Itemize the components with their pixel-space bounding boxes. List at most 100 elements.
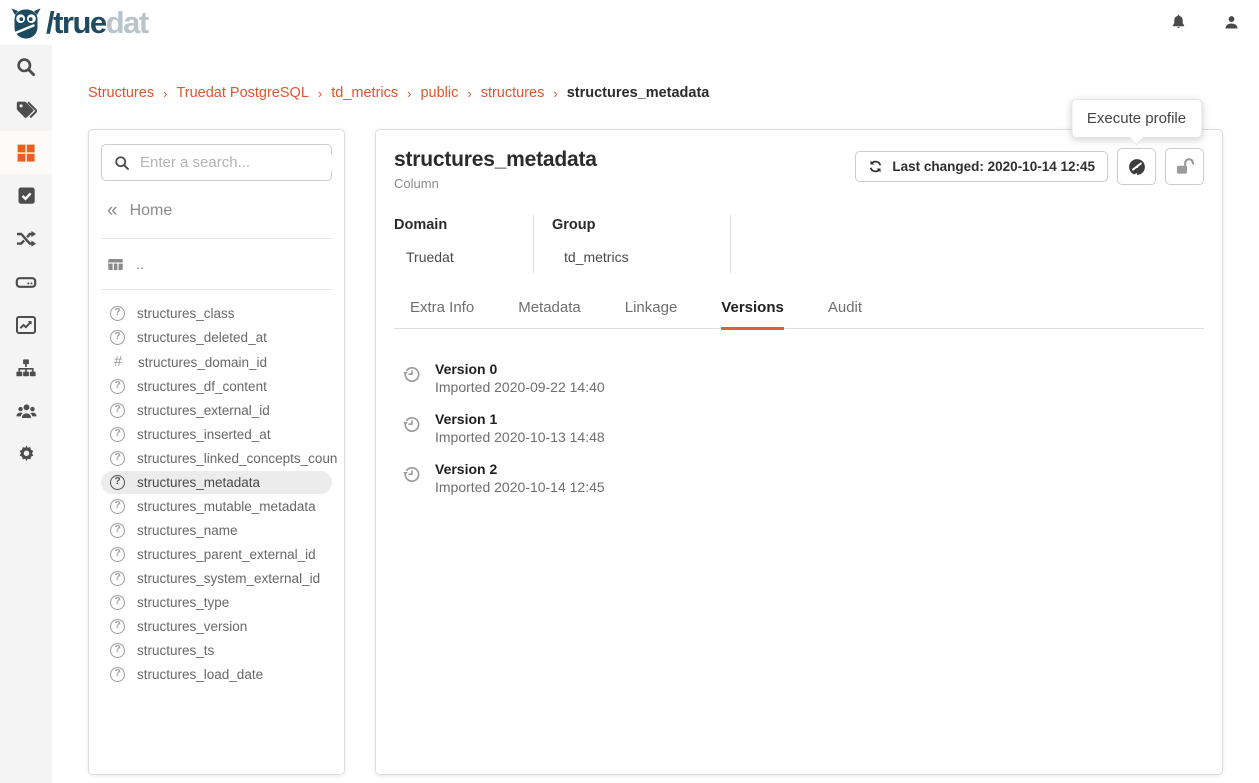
field-label: structures_type bbox=[137, 595, 229, 610]
history-icon bbox=[402, 464, 422, 495]
field-list-item[interactable]: ? structures_linked_concepts_coun bbox=[101, 447, 332, 470]
hash-icon: # bbox=[110, 354, 126, 370]
title-block: structures_metadata Column bbox=[394, 148, 597, 191]
search-box bbox=[101, 144, 332, 181]
gauge-icon bbox=[1126, 156, 1148, 178]
question-icon: ? bbox=[110, 379, 125, 394]
execute-profile-tooltip: Execute profile bbox=[1071, 99, 1202, 138]
field-label: structures_mutable_metadata bbox=[137, 499, 316, 514]
rail-drive-icon[interactable] bbox=[0, 260, 52, 303]
table-icon bbox=[107, 256, 124, 273]
domain-value: Truedat bbox=[394, 249, 533, 265]
field-label: structures_external_id bbox=[137, 403, 270, 418]
version-text: Version 2 Imported 2020-10-14 12:45 bbox=[435, 461, 605, 495]
field-list-item[interactable]: ? structures_class bbox=[101, 302, 332, 325]
version-imported: Imported 2020-09-22 14:40 bbox=[435, 379, 605, 395]
version-text: Version 0 Imported 2020-09-22 14:40 bbox=[435, 361, 605, 395]
question-icon: ? bbox=[110, 451, 125, 466]
home-link[interactable]: « Home bbox=[101, 181, 332, 239]
rail-sitemap-icon[interactable] bbox=[0, 346, 52, 389]
field-list-item[interactable]: # structures_domain_id bbox=[101, 350, 332, 374]
rail-shuffle-icon[interactable] bbox=[0, 217, 52, 260]
breadcrumb-link[interactable]: Truedat PostgreSQL bbox=[176, 85, 308, 101]
tab-audit[interactable]: Audit bbox=[828, 299, 862, 328]
breadcrumb-link[interactable]: Structures bbox=[88, 85, 154, 101]
field-list-item[interactable]: ? structures_parent_external_id bbox=[101, 543, 332, 566]
breadcrumb-link[interactable]: structures bbox=[481, 85, 545, 101]
field-label: structures_name bbox=[137, 523, 238, 538]
field-list-item[interactable]: ? structures_inserted_at bbox=[101, 423, 332, 446]
rail-grid-icon[interactable] bbox=[0, 131, 52, 174]
tab-extra-info[interactable]: Extra Info bbox=[410, 299, 474, 328]
topbar: /truedat bbox=[0, 0, 1259, 45]
detail-header: structures_metadata Column Last changed:… bbox=[394, 148, 1204, 191]
field-list-item[interactable]: ? structures_load_date bbox=[101, 663, 332, 686]
structure-sidebar: « Home .. ? structures_class ? structure… bbox=[88, 129, 345, 775]
field-list-item[interactable]: ? structures_type bbox=[101, 591, 332, 614]
cards-row: « Home .. ? structures_class ? structure… bbox=[88, 129, 1223, 775]
truedat-logo[interactable]: /truedat bbox=[8, 5, 148, 41]
question-icon: ? bbox=[110, 499, 125, 514]
breadcrumb-separator-icon: › bbox=[553, 86, 557, 101]
breadcrumb-link[interactable]: public bbox=[420, 85, 458, 101]
field-label: structures_metadata bbox=[137, 475, 260, 490]
info-section: Domain Truedat Group td_metrics bbox=[394, 215, 1204, 273]
question-icon: ? bbox=[110, 547, 125, 562]
field-list-item[interactable]: ? structures_external_id bbox=[101, 399, 332, 422]
version-list-item[interactable]: Version 0 Imported 2020-09-22 14:40 bbox=[402, 361, 1204, 395]
field-list-item[interactable]: ? structures_name bbox=[101, 519, 332, 542]
question-icon: ? bbox=[110, 667, 125, 682]
page-title: structures_metadata bbox=[394, 148, 597, 172]
breadcrumb-current: structures_metadata bbox=[567, 85, 710, 101]
breadcrumb-link[interactable]: td_metrics bbox=[331, 85, 398, 101]
question-icon: ? bbox=[110, 306, 125, 321]
question-icon: ? bbox=[110, 595, 125, 610]
tab-metadata[interactable]: Metadata bbox=[518, 299, 581, 328]
question-icon: ? bbox=[110, 330, 125, 345]
execute-profile-button[interactable]: Execute profile bbox=[1117, 148, 1156, 185]
version-imported: Imported 2020-10-14 12:45 bbox=[435, 479, 605, 495]
logo-text-primary: /true bbox=[46, 5, 106, 40]
group-cell: Group td_metrics bbox=[534, 215, 731, 273]
rail-users-icon[interactable] bbox=[0, 389, 52, 432]
structure-detail-panel: structures_metadata Column Last changed:… bbox=[375, 129, 1223, 775]
field-list-item[interactable]: ? structures_ts bbox=[101, 639, 332, 662]
field-list-item[interactable]: ? structures_system_external_id bbox=[101, 567, 332, 590]
last-changed-button[interactable]: Last changed: 2020-10-14 12:45 bbox=[855, 151, 1108, 182]
field-label: structures_inserted_at bbox=[137, 427, 271, 442]
user-icon[interactable] bbox=[1222, 13, 1241, 32]
field-list-item[interactable]: ? structures_df_content bbox=[101, 375, 332, 398]
field-label: structures_class bbox=[137, 306, 235, 321]
rail-tags-icon[interactable] bbox=[0, 88, 52, 131]
field-list-item[interactable]: ? structures_metadata bbox=[101, 471, 332, 494]
version-list-item[interactable]: Version 1 Imported 2020-10-13 14:48 bbox=[402, 411, 1204, 445]
tab-linkage[interactable]: Linkage bbox=[625, 299, 678, 328]
version-title: Version 0 bbox=[435, 361, 605, 377]
logo-text-secondary: dat bbox=[106, 5, 148, 40]
field-label: structures_deleted_at bbox=[137, 330, 267, 345]
question-icon: ? bbox=[110, 523, 125, 538]
bell-icon[interactable] bbox=[1169, 13, 1188, 32]
field-label: structures_linked_concepts_coun bbox=[137, 451, 337, 466]
nav-rail bbox=[0, 45, 52, 783]
parent-label: .. bbox=[136, 256, 144, 273]
field-label: structures_ts bbox=[137, 643, 214, 658]
rail-check-square-icon[interactable] bbox=[0, 174, 52, 217]
parent-directory-link[interactable]: .. bbox=[101, 239, 332, 290]
field-list-item[interactable]: ? structures_deleted_at bbox=[101, 326, 332, 349]
rail-chart-line-icon[interactable] bbox=[0, 303, 52, 346]
refresh-icon bbox=[868, 159, 883, 174]
search-input[interactable] bbox=[140, 154, 339, 171]
tab-versions[interactable]: Versions bbox=[721, 299, 784, 328]
question-icon: ? bbox=[110, 571, 125, 586]
field-list-item[interactable]: ? structures_mutable_metadata bbox=[101, 495, 332, 518]
version-list-item[interactable]: Version 2 Imported 2020-10-14 12:45 bbox=[402, 461, 1204, 495]
header-actions: Last changed: 2020-10-14 12:45 Execute p… bbox=[855, 148, 1204, 185]
history-icon bbox=[402, 414, 422, 445]
field-label: structures_load_date bbox=[137, 667, 263, 682]
domain-label: Domain bbox=[394, 217, 533, 233]
rail-search-icon[interactable] bbox=[0, 45, 52, 88]
rail-gear-icon[interactable] bbox=[0, 432, 52, 475]
field-list-item[interactable]: ? structures_version bbox=[101, 615, 332, 638]
lock-button[interactable] bbox=[1165, 148, 1204, 185]
